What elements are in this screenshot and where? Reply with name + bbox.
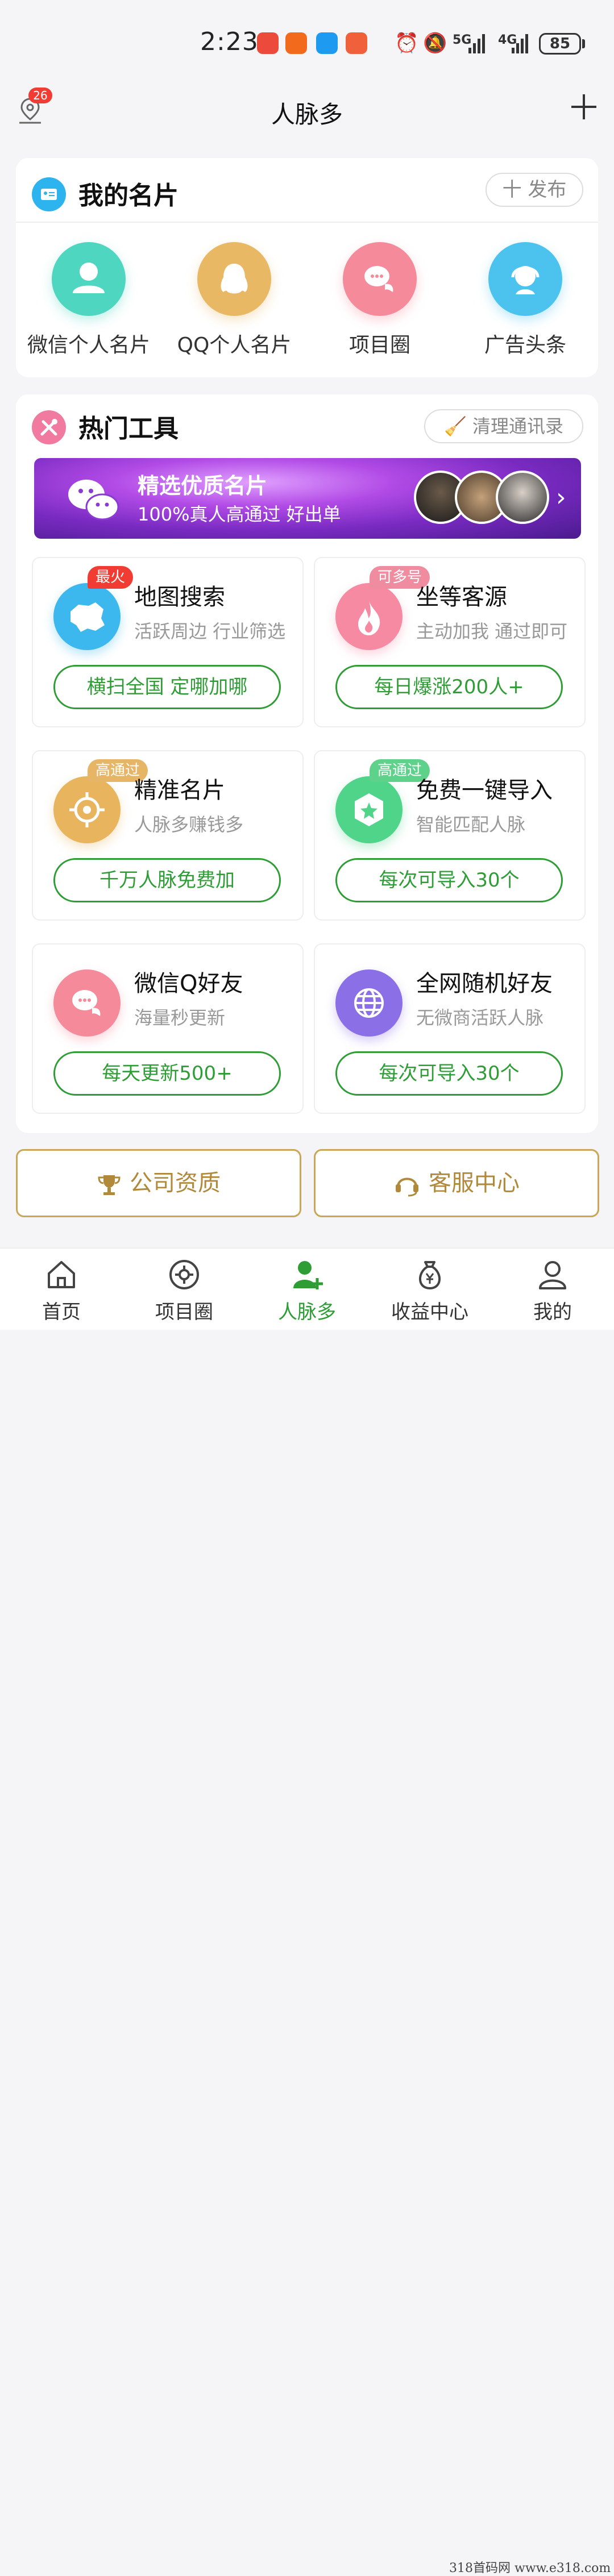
wechat-card-item[interactable]: 微信个人名片 [16,242,161,358]
tool-action-button[interactable]: 每次可导入30个 [335,858,563,902]
tool-subtitle: 海量秒更新 [134,1007,226,1029]
wechat-icon [68,480,119,521]
divider [16,222,598,223]
tool-action-button[interactable]: 每次可导入30个 [335,1051,563,1096]
tool-title: 全网随机好友 [416,971,553,997]
customer-service-label: 客服中心 [429,1170,520,1196]
status-time: 2:23 [200,27,259,56]
bottom-tab-bar: 首页 项目圈 人脉多 收益中心 我的 318首码网 www.e318.com [0,1248,614,2575]
add-person-icon [293,1261,323,1289]
ad-headline-item[interactable]: 广告头条 [453,242,598,358]
random-friends-tool[interactable]: 全网随机好友 无微商活跃人脉 每次可导入30个 [314,943,586,1114]
app-icon [346,32,367,54]
precise-cards-tool[interactable]: 高通过 精准名片 人脉多赚钱多 千万人脉免费加 [32,750,304,921]
customer-service-button[interactable]: 客服中心 [314,1149,599,1217]
status-bar: 2:23 ⏰ 🔕 5G 4G 85 [0,0,614,80]
battery-icon: 85 [539,33,581,55]
tool-action-button[interactable]: 千万人脉免费加 [53,858,281,902]
avatar [496,471,549,524]
tab-label: 我的 [533,1301,572,1324]
money-bag-icon [419,1261,441,1290]
battery-tip [582,39,585,48]
tool-tag: 最火 [88,566,134,589]
wechat-card-label: 微信个人名片 [27,334,150,357]
tool-title: 微信Q好友 [134,971,243,997]
clean-contacts-label: 清理通讯录 [472,415,564,437]
featured-cards-banner[interactable]: 精选优质名片 100%真人高通过 好出单 › [34,458,581,539]
banner-subtitle: 100%真人高通过 好出单 [138,503,341,525]
brush-icon: 🧹 [443,415,467,437]
my-card-section: 我的名片 十 发布 微信个人名片 QQ个人名片 项目圈 广告头条 [16,158,598,377]
tool-action-button[interactable]: 每天更新500+ [53,1051,281,1096]
tool-subtitle: 智能匹配人脉 [416,814,526,835]
tab-earnings[interactable]: 收益中心 [368,1249,491,1330]
tab-label: 人脉多 [278,1301,336,1324]
qq-card-label: QQ个人名片 [177,334,292,357]
hot-tools-section: 热门工具 🧹 清理通讯录 精选优质名片 100%真人高通过 好出单 › 最火 地… [16,394,598,1133]
page-title: 人脉多 [271,101,343,128]
tool-action-button[interactable]: 每日爆涨200人+ [335,665,563,709]
tab-contacts[interactable]: 人脉多 [246,1249,368,1330]
home-icon [48,1261,75,1288]
hot-tools-title: 热门工具 [78,414,179,443]
tool-subtitle: 活跃周边 行业筛选 [134,621,286,642]
tab-label: 收益中心 [391,1301,468,1324]
headset-icon [396,1177,418,1197]
tools-icon [32,410,66,444]
tab-home[interactable]: 首页 [0,1249,123,1330]
tool-subtitle: 主动加我 通过即可 [416,621,568,642]
company-credentials-button[interactable]: 公司资质 [16,1149,301,1217]
notification-app-icon [257,32,279,54]
alarm-icon: ⏰ [395,32,419,55]
banner-title: 精选优质名片 [138,473,268,498]
my-card-title: 我的名片 [78,181,179,210]
gear-circle-icon [169,1260,199,1289]
map-icon [53,583,121,650]
tab-project-circle[interactable]: 项目圈 [123,1249,246,1330]
person-icon [52,242,126,316]
ad-headline-label: 广告头条 [484,334,566,357]
target-icon [53,776,121,843]
penguin-icon [197,242,271,316]
message-app-icon [316,32,338,54]
globe-icon [335,969,403,1037]
signal-5g-icon [468,34,486,53]
map-search-tool[interactable]: 最火 地图搜索 活跃周边 行业筛选 横扫全国 定哪加哪 [32,557,304,727]
flame-icon [335,583,403,650]
project-circle-label: 项目圈 [349,334,410,357]
tool-subtitle: 人脉多赚钱多 [134,814,244,835]
qq-card-item[interactable]: QQ个人名片 [161,242,307,358]
watermark: 318首码网 www.e318.com [449,2561,611,2575]
signal-4g-icon [512,34,529,53]
chevron-right-icon: › [556,483,566,512]
tab-label: 项目圈 [155,1301,213,1324]
star-hexagon-icon [335,776,403,843]
business-card-icon [32,177,66,211]
top-bar: 26 人脉多 [0,80,614,142]
tool-title: 精准名片 [134,777,225,804]
project-circle-item[interactable]: 项目圈 [307,242,453,358]
publish-button[interactable]: 十 发布 [486,173,583,207]
tool-title: 免费一键导入 [416,777,553,804]
company-credentials-label: 公司资质 [130,1170,221,1196]
chat-icon [53,969,121,1037]
tab-mine[interactable]: 我的 [491,1249,614,1330]
add-icon[interactable] [571,94,596,119]
await-clients-tool[interactable]: 可多号 坐等客源 主动加我 通过即可 每日爆涨200人+ [314,557,586,727]
mute-icon: 🔕 [423,32,447,55]
tool-subtitle: 无微商活跃人脉 [416,1007,544,1029]
chat-icon [343,242,417,316]
headset-icon [488,242,562,316]
tool-title: 地图搜索 [134,584,225,610]
trophy-icon [98,1175,121,1195]
taobao-app-icon [285,32,307,54]
wechat-qq-friends-tool[interactable]: 微信Q好友 海量秒更新 每天更新500+ [32,943,304,1114]
tab-label: 首页 [42,1301,81,1324]
tool-title: 坐等客源 [416,584,507,610]
clean-contacts-button[interactable]: 🧹 清理通讯录 [424,409,583,443]
free-import-tool[interactable]: 高通过 免费一键导入 智能匹配人脉 每次可导入30个 [314,750,586,921]
tool-action-button[interactable]: 横扫全国 定哪加哪 [53,665,281,709]
user-icon [539,1261,566,1289]
